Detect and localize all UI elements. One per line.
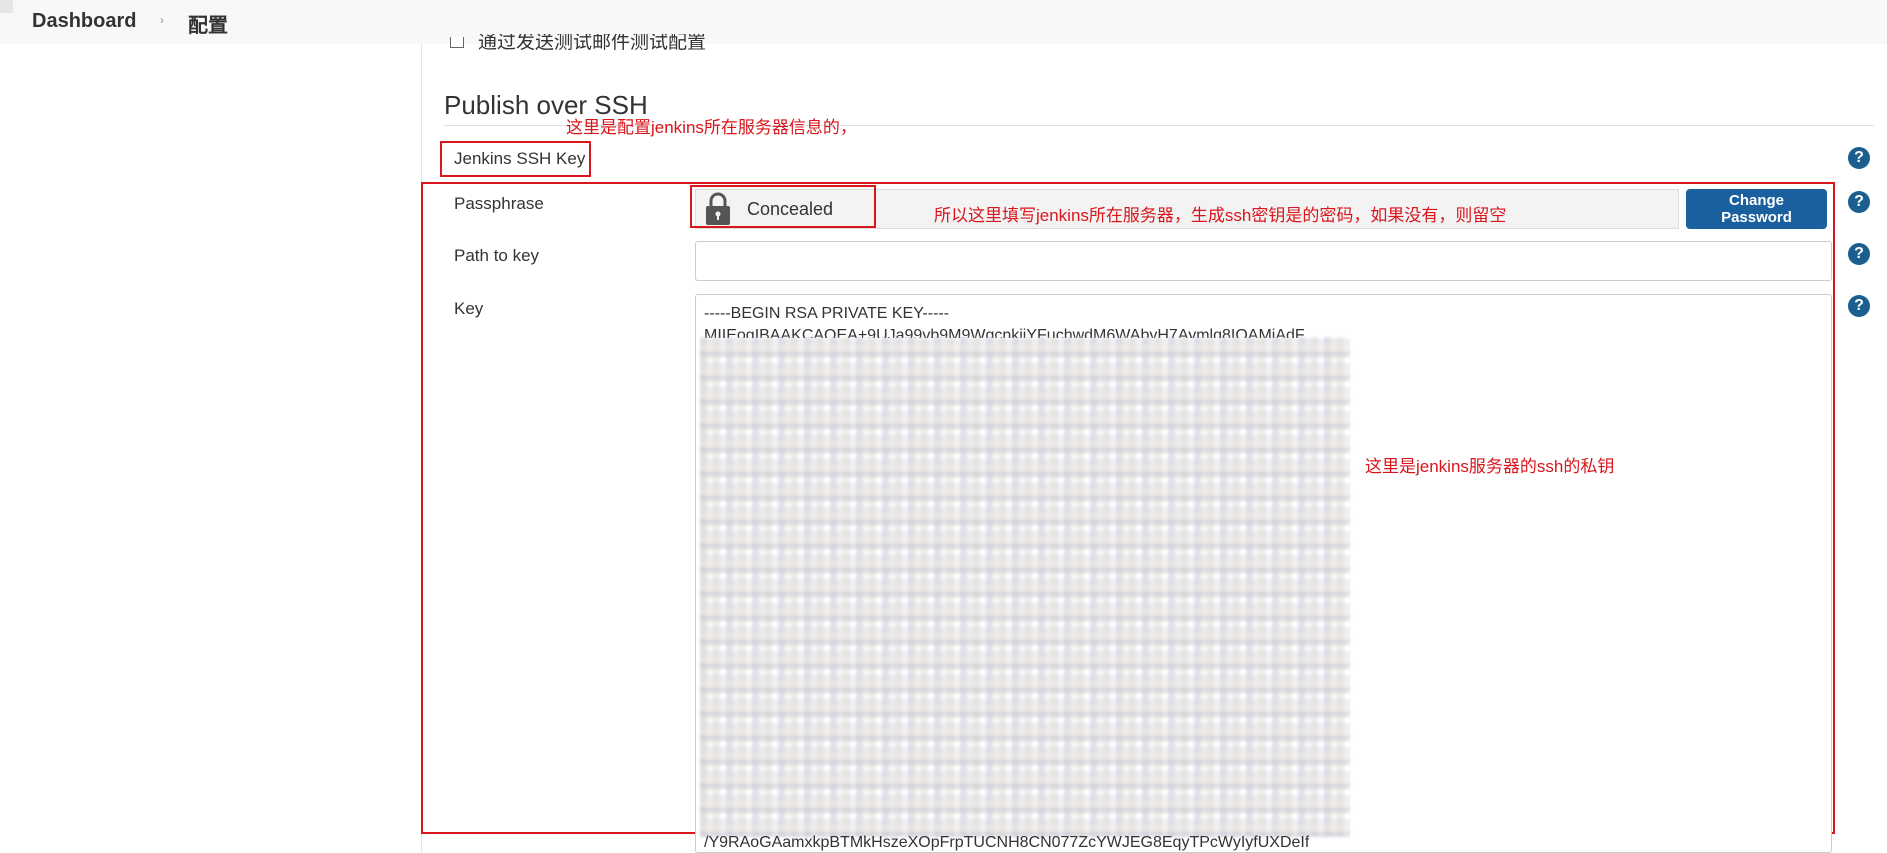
breadcrumb-separator-icon: › — [160, 13, 164, 27]
pixelated-key-content — [700, 337, 1350, 837]
test-config-checkbox[interactable] — [450, 37, 464, 48]
key-begin-line: -----BEGIN RSA PRIVATE KEY----- — [704, 305, 950, 322]
passphrase-label: Passphrase — [454, 194, 544, 213]
top-bar: Dashboard › 配置 — [0, 0, 1887, 44]
test-config-checkbox-label: 通过发送测试邮件测试配置 — [478, 34, 707, 53]
path-to-key-label: Path to key — [454, 246, 540, 265]
key-last-line: /Y9RAoGAamxkpBTMkHszeXOpFrpTUCNH8CN077Zc… — [704, 834, 1310, 851]
breadcrumb-dashboard-link[interactable]: Dashboard — [32, 10, 136, 33]
annotation-private-key: 这里是jenkins服务器的ssh的私钥 — [1365, 457, 1615, 476]
annotation-passphrase: 所以这里填写jenkins所在服务器，生成ssh密钥是的密码，如果没有，则留空 — [934, 206, 1507, 225]
annotation-server-info: 这里是配置jenkins所在服务器信息的， — [566, 118, 857, 137]
help-icon-key[interactable]: ? — [1848, 295, 1870, 317]
annotation-box-concealed — [690, 185, 876, 228]
change-password-button[interactable]: Change Password — [1686, 189, 1827, 229]
path-to-key-input[interactable] — [695, 241, 1832, 281]
corner-mark — [0, 0, 13, 13]
key-label: Key — [454, 299, 484, 318]
help-icon-ssh-key[interactable]: ? — [1848, 147, 1870, 169]
help-icon-path[interactable]: ? — [1848, 243, 1870, 265]
breadcrumb-current-page[interactable]: 配置 — [188, 9, 228, 38]
help-icon-passphrase[interactable]: ? — [1848, 191, 1870, 213]
jenkins-ssh-key-heading: Jenkins SSH Key — [454, 149, 586, 168]
